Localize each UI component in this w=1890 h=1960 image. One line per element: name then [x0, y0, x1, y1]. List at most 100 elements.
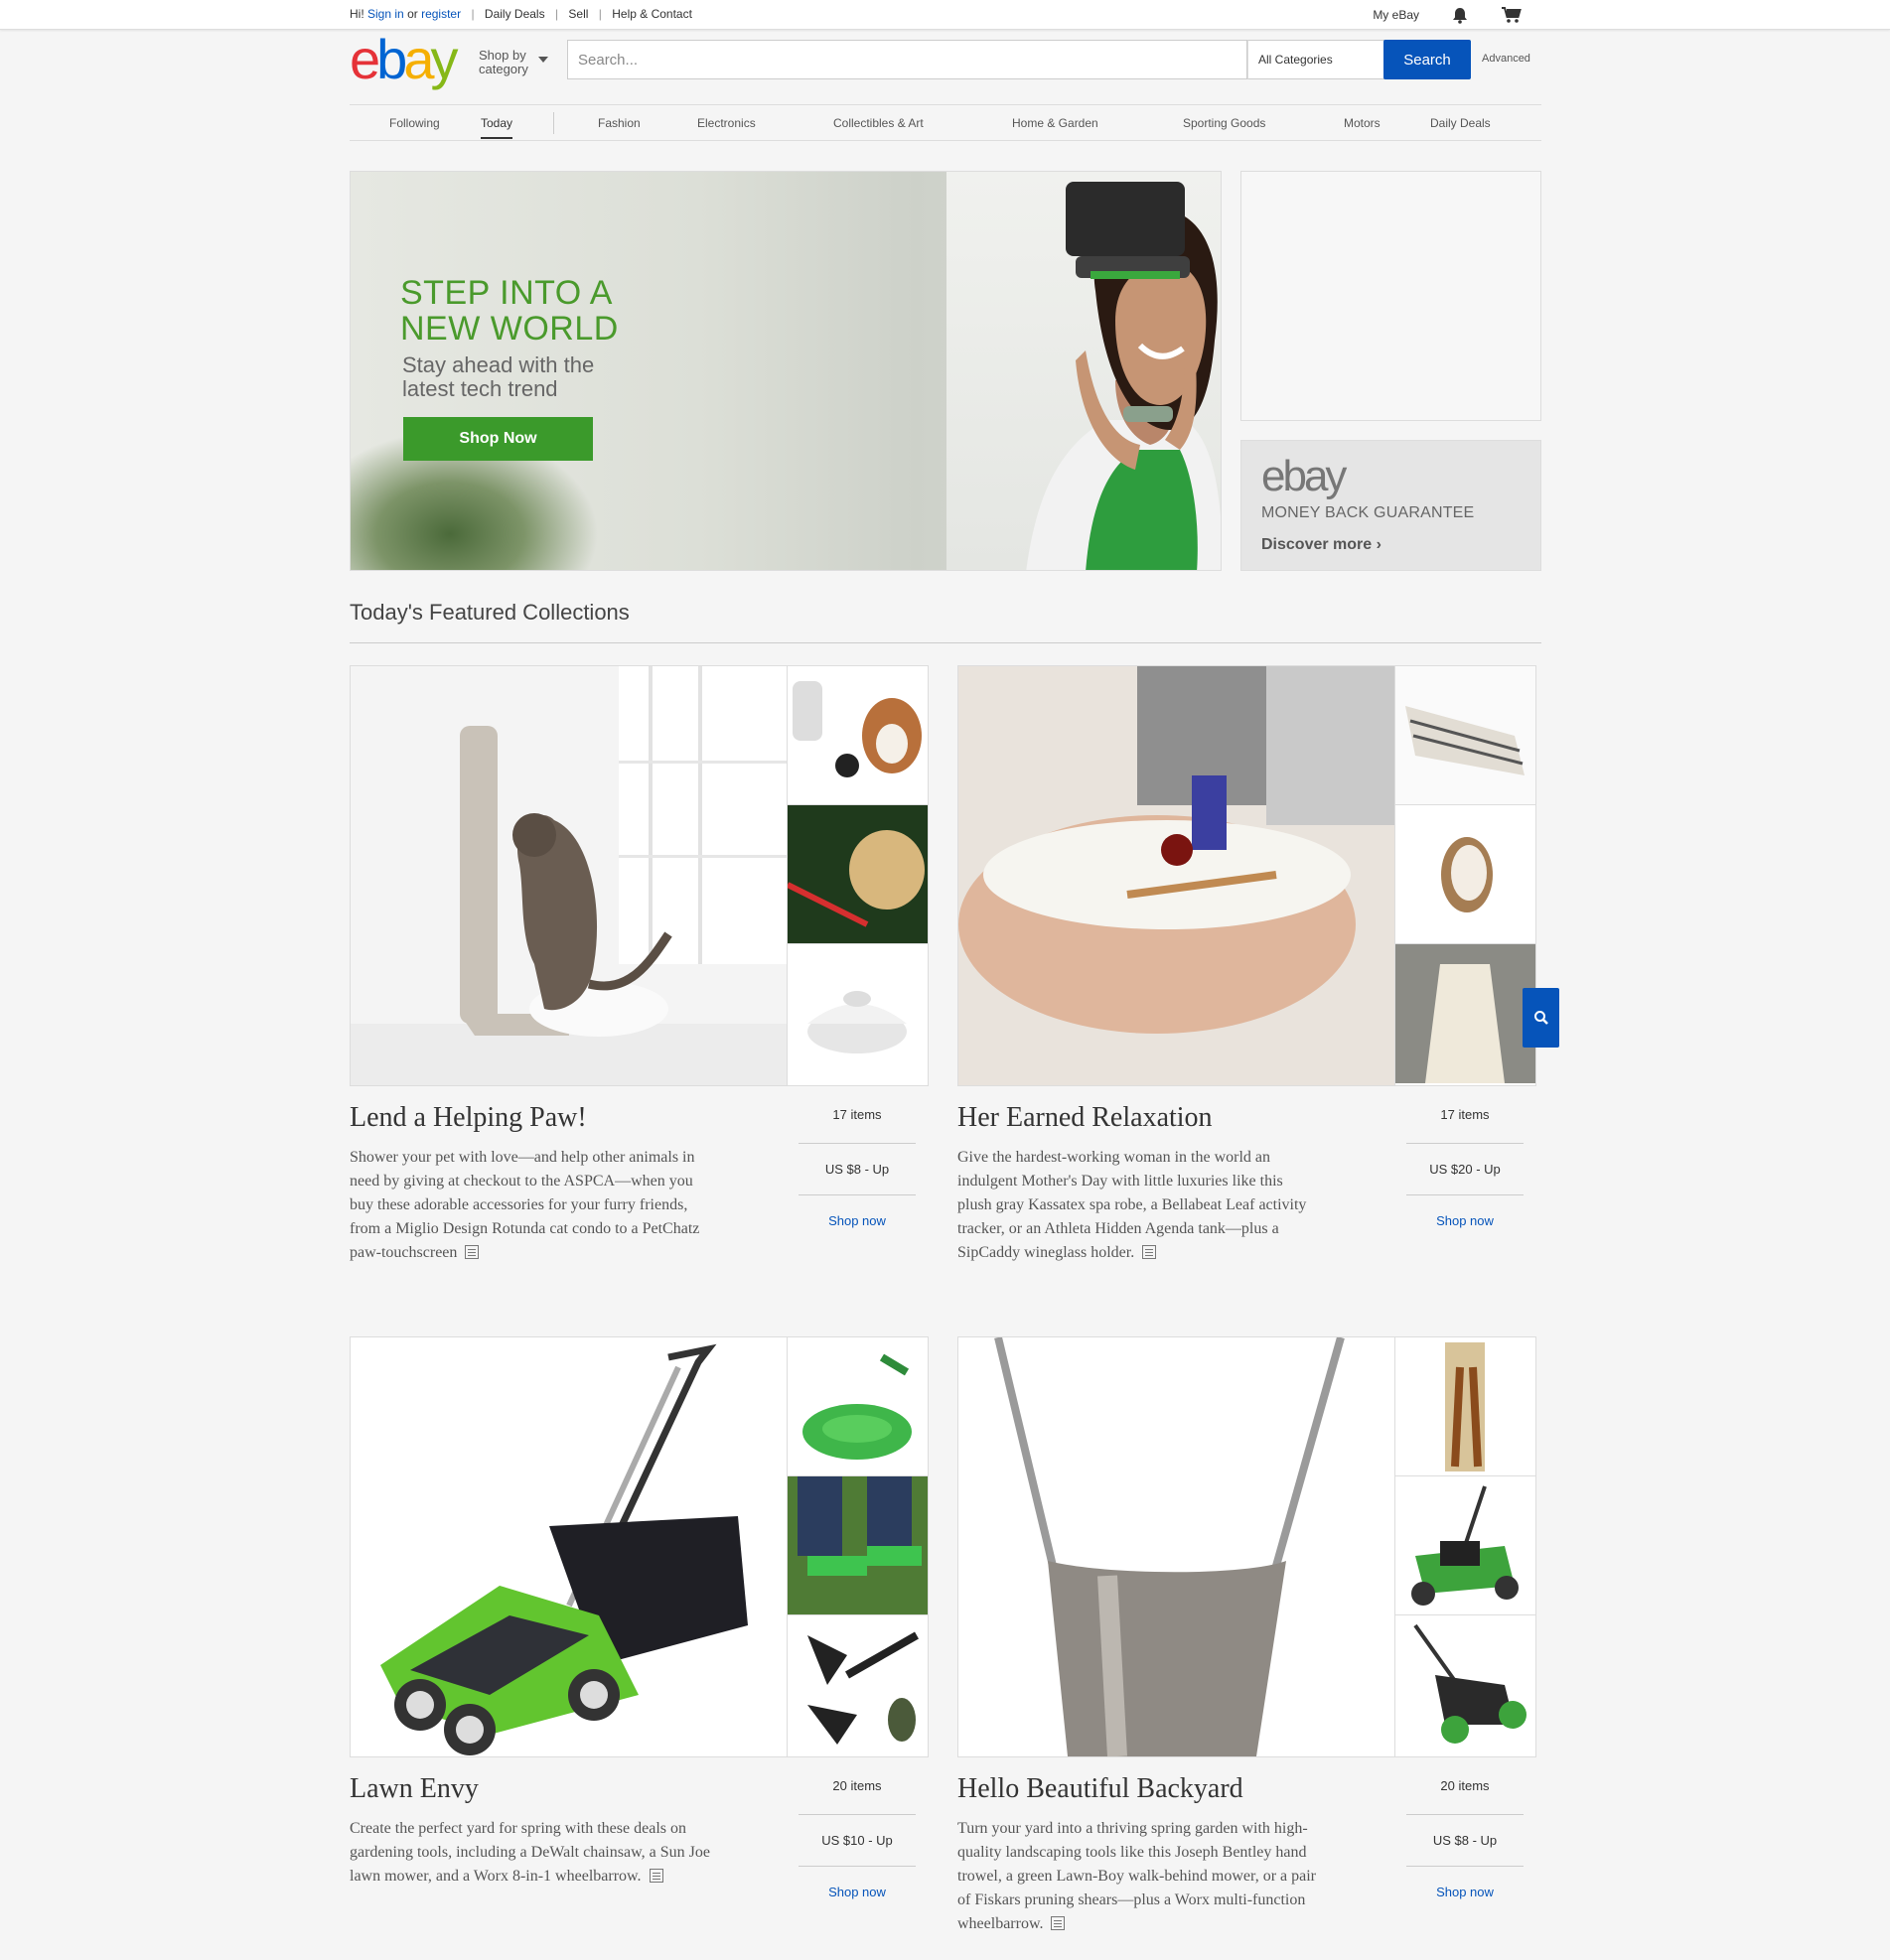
nav-divider [553, 112, 554, 134]
collection-images[interactable] [350, 1336, 929, 1757]
nav-today[interactable]: Today [481, 116, 513, 139]
document-icon[interactable] [649, 1869, 663, 1883]
daily-deals-link[interactable]: Daily Deals [485, 7, 545, 21]
thumbnail-column [1394, 1337, 1535, 1756]
item-count: 17 items [1406, 1106, 1524, 1144]
ebay-logo[interactable]: ebay [350, 32, 458, 87]
item-count: 20 items [799, 1777, 916, 1815]
pet-fountain-thumbnail[interactable] [788, 944, 928, 1083]
collection-description: Turn your yard into a thriving spring ga… [957, 1820, 1317, 1932]
collection-title[interactable]: Lend a Helping Paw! [350, 1102, 587, 1134]
divider: | [471, 7, 475, 21]
collection-card: Lawn Envy Create the perfect yard for sp… [350, 1336, 929, 1899]
collection-images[interactable] [957, 1336, 1536, 1757]
money-back-guarantee-banner[interactable]: ebay MONEY BACK GUARANTEE Discover more … [1240, 440, 1541, 571]
greeting-text: Hi! [350, 7, 364, 21]
item-count: 20 items [1406, 1777, 1524, 1815]
thumbnail-column [1394, 666, 1535, 1085]
collection-description: Create the perfect yard for spring with … [350, 1820, 710, 1885]
bathtub-image [958, 666, 1394, 1085]
collection-meta: 20 items US $8 - Up Shop now [1406, 1777, 1524, 1918]
collection-title[interactable]: Her Earned Relaxation [957, 1102, 1213, 1134]
category-nav: Following Today Fashion Electronics Coll… [350, 104, 1541, 141]
bell-icon[interactable] [1449, 4, 1471, 26]
collection-card: Lend a Helping Paw! Shower your pet with… [350, 665, 929, 1261]
nav-following[interactable]: Following [389, 116, 440, 130]
shop-now-link[interactable]: Shop now [828, 1885, 886, 1899]
lawn-mower-image [351, 1337, 787, 1756]
shop-now-link[interactable]: Shop now [1436, 1885, 1494, 1899]
document-icon[interactable] [465, 1245, 480, 1259]
collection-title[interactable]: Hello Beautiful Backyard [957, 1773, 1243, 1805]
shovel-kit-thumbnail[interactable] [788, 1615, 928, 1754]
collection-meta: 17 items US $20 - Up Shop now [1406, 1106, 1524, 1247]
nav-daily-deals[interactable]: Daily Deals [1430, 116, 1491, 130]
aerator-shoes-thumbnail[interactable] [788, 1476, 928, 1615]
nav-motors[interactable]: Motors [1344, 116, 1381, 130]
discover-more-link[interactable]: Discover more › [1261, 536, 1381, 554]
collection-card: Hello Beautiful Backyard Turn your yard … [957, 1336, 1536, 1932]
money-back-title: MONEY BACK GUARANTEE [1261, 504, 1475, 521]
sign-in-link[interactable]: Sign in [367, 7, 404, 21]
dog-leash-thumbnail[interactable] [788, 805, 928, 944]
ebay-logo: ebay [1261, 452, 1347, 500]
category-select-value: All Categories [1258, 53, 1333, 67]
blanket-thumbnail[interactable] [1395, 666, 1535, 805]
push-mower-thumbnail[interactable] [1395, 1615, 1535, 1754]
top-utility-bar: Hi! Sign in or register | Daily Deals | … [0, 0, 1890, 30]
hero-headline: STEP INTO A NEW WORLD [400, 274, 619, 348]
divider: | [554, 7, 559, 21]
top-bar-left: Hi! Sign in or register | Daily Deals | … [350, 7, 692, 21]
collection-meta: 20 items US $10 - Up Shop now [799, 1777, 916, 1918]
nav-fashion[interactable]: Fashion [598, 116, 641, 130]
garden-hose-thumbnail[interactable] [788, 1337, 928, 1476]
ring-thumbnail[interactable] [1395, 805, 1535, 944]
or-text: or [407, 7, 418, 21]
collection-meta: 17 items US $8 - Up Shop now [799, 1106, 916, 1247]
top-bar-right: My eBay [1373, 4, 1523, 26]
shop-by-category-button[interactable]: Shop by category [479, 49, 548, 76]
hero-banner[interactable]: STEP INTO A NEW WORLD Stay ahead with th… [350, 171, 1222, 571]
price-range: US $8 - Up [1406, 1815, 1524, 1867]
shop-now-button[interactable]: Shop Now [403, 417, 593, 461]
walk-behind-mower-thumbnail[interactable] [1395, 1476, 1535, 1615]
collection-description: Shower your pet with love—and help other… [350, 1149, 700, 1261]
shop-now-link[interactable]: Shop now [828, 1213, 886, 1228]
category-label: category [479, 62, 528, 76]
document-icon[interactable] [1051, 1916, 1066, 1930]
nav-sporting-goods[interactable]: Sporting Goods [1183, 116, 1265, 130]
price-range: US $8 - Up [799, 1144, 916, 1195]
robe-thumbnail[interactable] [1395, 944, 1535, 1083]
pruning-shears-thumbnail[interactable] [1395, 1337, 1535, 1476]
vr-headset-woman-image [1026, 182, 1221, 570]
nav-collectibles-art[interactable]: Collectibles & Art [833, 116, 924, 130]
pet-camera-thumbnail[interactable] [788, 666, 928, 805]
collection-images[interactable] [957, 665, 1536, 1086]
thumbnail-column [787, 666, 928, 1085]
sell-link[interactable]: Sell [568, 7, 588, 21]
thumbnail-column [787, 1337, 928, 1756]
chevron-down-icon [538, 57, 548, 63]
item-count: 17 items [799, 1106, 916, 1144]
my-ebay-link[interactable]: My eBay [1373, 8, 1419, 22]
collection-title[interactable]: Lawn Envy [350, 1773, 479, 1805]
cart-icon[interactable] [1501, 4, 1523, 26]
price-range: US $20 - Up [1406, 1144, 1524, 1195]
hero-subline: Stay ahead with the latest tech trend [402, 352, 595, 401]
cat-scratcher-image [351, 666, 787, 1085]
nav-electronics[interactable]: Electronics [697, 116, 756, 130]
search-icon[interactable] [1523, 988, 1559, 1048]
nav-home-garden[interactable]: Home & Garden [1012, 116, 1098, 130]
ad-placeholder [1240, 171, 1541, 421]
shop-now-link[interactable]: Shop now [1436, 1213, 1494, 1228]
register-link[interactable]: register [421, 7, 461, 21]
search-button[interactable]: Search [1383, 40, 1471, 79]
collection-card: Her Earned Relaxation Give the hardest-w… [957, 665, 1536, 1261]
collection-images[interactable] [350, 665, 929, 1086]
help-contact-link[interactable]: Help & Contact [612, 7, 692, 21]
document-icon[interactable] [1142, 1245, 1157, 1259]
header: ebay Shop by category All Categories Sea… [350, 32, 1541, 105]
advanced-search-link[interactable]: Advanced [1482, 53, 1530, 65]
divider: | [598, 7, 602, 21]
search-input[interactable] [567, 40, 1247, 79]
